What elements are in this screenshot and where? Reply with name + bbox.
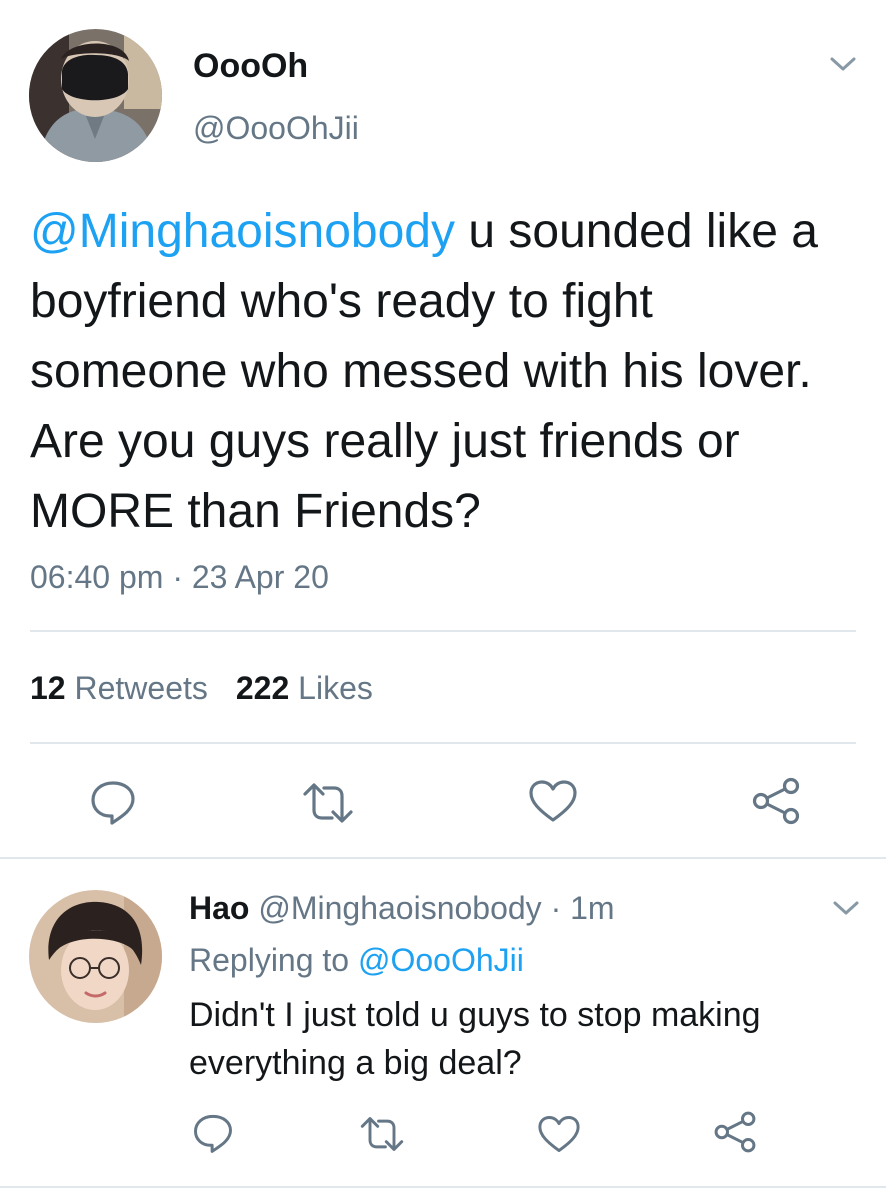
reply-header: Hao @Minghaoisnobody · 1m xyxy=(189,887,615,929)
chevron-down-icon[interactable] xyxy=(828,52,858,76)
author-avatar[interactable] xyxy=(29,29,162,162)
reply-text: Didn't I just told u guys to stop making… xyxy=(189,996,761,1082)
chevron-down-icon[interactable] xyxy=(831,896,861,920)
reply-display-name[interactable]: Hao xyxy=(189,890,249,926)
retweet-icon[interactable] xyxy=(358,1114,406,1154)
replying-prefix: Replying to xyxy=(189,942,358,978)
divider xyxy=(0,857,886,859)
timestamp-separator: · xyxy=(163,559,192,595)
tweet-date: 23 Apr 20 xyxy=(191,559,329,595)
author-display-name[interactable]: OooOh xyxy=(193,44,308,88)
like-icon[interactable] xyxy=(536,1114,582,1154)
tweet-text: @Minghaoisnobody u sounded like a boyfri… xyxy=(30,197,860,547)
like-count: 222 xyxy=(235,670,290,706)
like-label: Likes xyxy=(298,670,373,706)
retweet-label: Retweets xyxy=(74,670,208,706)
reply-author-avatar[interactable] xyxy=(29,890,162,1023)
divider xyxy=(30,742,856,744)
retweet-count: 12 xyxy=(30,670,66,706)
retweet-stat[interactable]: 12 Retweets xyxy=(30,670,208,706)
engagement-stats: 12 Retweets 222 Likes xyxy=(30,667,373,709)
reply-icon[interactable] xyxy=(88,778,138,826)
like-stat[interactable]: 222 Likes xyxy=(236,670,373,706)
replying-to-link[interactable]: @OooOhJii xyxy=(358,942,524,978)
tweet-timestamp[interactable]: 06:40 pm · 23 Apr 20 xyxy=(30,556,329,598)
share-icon[interactable] xyxy=(750,776,802,826)
reply-handle[interactable]: @Minghaoisnobody xyxy=(258,890,541,926)
share-icon[interactable] xyxy=(712,1110,758,1154)
avatar-image xyxy=(29,29,162,162)
reply-age[interactable]: 1m xyxy=(570,890,614,926)
reply-icon[interactable] xyxy=(191,1112,235,1154)
replying-to-line: Replying to @OooOhJii xyxy=(189,939,524,981)
mention-link[interactable]: @Minghaoisnobody xyxy=(30,205,455,258)
avatar-image xyxy=(29,890,162,1023)
divider xyxy=(0,1186,886,1188)
divider xyxy=(30,630,856,632)
tweet-time: 06:40 pm xyxy=(30,559,164,595)
like-icon[interactable] xyxy=(527,778,579,824)
author-handle[interactable]: @OooOhJii xyxy=(193,107,359,149)
retweet-icon[interactable] xyxy=(300,780,356,826)
reply-separator: · xyxy=(541,890,571,926)
